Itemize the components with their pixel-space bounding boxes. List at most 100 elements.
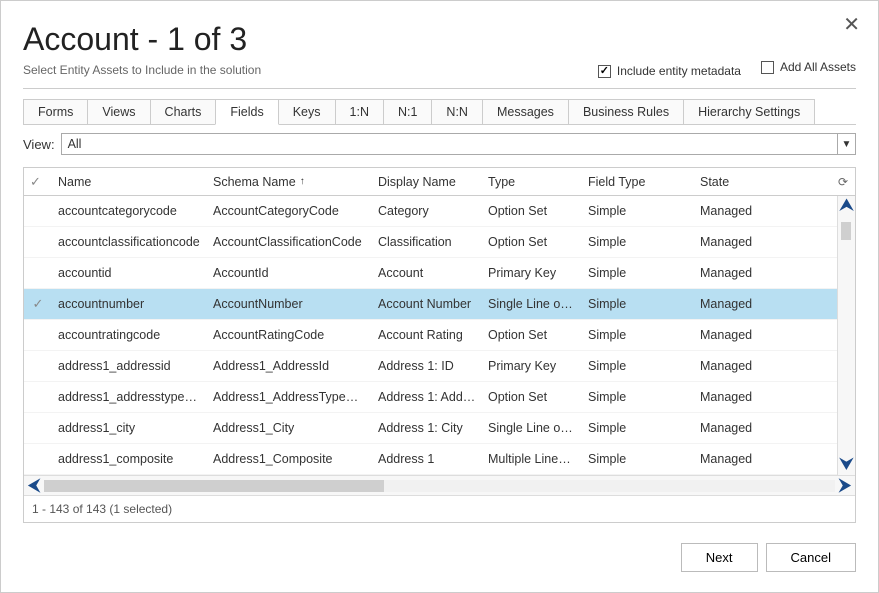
cell-state: Managed: [694, 359, 794, 373]
cell-state: Managed: [694, 421, 794, 435]
tab-keys[interactable]: Keys: [278, 99, 336, 124]
cell-type: Option Set: [482, 204, 582, 218]
cell-display: Classification: [372, 235, 482, 249]
cell-name: accountcategorycode: [52, 204, 207, 218]
table-row[interactable]: address1_cityAddress1_CityAddress 1: Cit…: [24, 413, 837, 444]
cell-display: Category: [372, 204, 482, 218]
table-row[interactable]: accountratingcodeAccountRatingCodeAccoun…: [24, 320, 837, 351]
add-all-assets-checkbox[interactable]: Add All Assets: [761, 60, 856, 74]
add-all-assets-label: Add All Assets: [780, 60, 856, 74]
cell-state: Managed: [694, 235, 794, 249]
cell-field-type: Simple: [582, 297, 694, 311]
tab-hierarchy-settings[interactable]: Hierarchy Settings: [683, 99, 815, 124]
table-row[interactable]: accountidAccountIdAccountPrimary KeySimp…: [24, 258, 837, 289]
page-title: Account - 1 of 3: [23, 21, 856, 58]
cell-field-type: Simple: [582, 204, 694, 218]
tab-1-n[interactable]: 1:N: [335, 99, 384, 124]
col-name[interactable]: Name: [52, 175, 207, 189]
table-row[interactable]: ✓accountnumberAccountNumberAccount Numbe…: [24, 289, 837, 320]
tab-n-1[interactable]: N:1: [383, 99, 432, 124]
table-row[interactable]: accountcategorycodeAccountCategoryCodeCa…: [24, 196, 837, 227]
cell-field-type: Simple: [582, 235, 694, 249]
cell-field-type: Simple: [582, 266, 694, 280]
scroll-up-icon[interactable]: ⮝: [840, 198, 854, 214]
tab-business-rules[interactable]: Business Rules: [568, 99, 684, 124]
view-value: All: [68, 137, 82, 151]
cell-type: Single Line of Text: [482, 421, 582, 435]
checkbox-icon: [598, 65, 611, 78]
page-subtitle: Select Entity Assets to Include in the s…: [23, 63, 578, 77]
scroll-right-icon[interactable]: ⮞: [835, 478, 855, 494]
cell-type: Primary Key: [482, 266, 582, 280]
tab-messages[interactable]: Messages: [482, 99, 569, 124]
cell-type: Option Set: [482, 235, 582, 249]
col-state[interactable]: State: [694, 175, 794, 189]
cell-type: Multiple Lines of...: [482, 452, 582, 466]
cell-field-type: Simple: [582, 390, 694, 404]
cell-name: address1_addresstypecode: [52, 390, 207, 404]
cell-schema: Address1_AddressId: [207, 359, 372, 373]
view-label: View:: [23, 137, 55, 152]
select-all-checkbox[interactable]: ✓: [24, 174, 52, 190]
cell-display: Address 1: Addr...: [372, 390, 482, 404]
cell-name: accountnumber: [52, 297, 207, 311]
vertical-scrollbar[interactable]: ⮝ ⮟: [837, 196, 855, 475]
tab-n-n[interactable]: N:N: [431, 99, 483, 124]
cell-name: address1_city: [52, 421, 207, 435]
checkbox-icon: [761, 61, 774, 74]
tab-charts[interactable]: Charts: [150, 99, 217, 124]
cell-type: Option Set: [482, 328, 582, 342]
cell-type: Single Line of Text: [482, 297, 582, 311]
table-row[interactable]: address1_addresstypecodeAddress1_Address…: [24, 382, 837, 413]
scroll-down-icon[interactable]: ⮟: [840, 457, 854, 473]
include-metadata-checkbox[interactable]: Include entity metadata: [598, 64, 741, 78]
col-type[interactable]: Type: [482, 175, 582, 189]
sort-asc-icon: ↑: [300, 176, 305, 187]
cell-schema: AccountNumber: [207, 297, 372, 311]
cell-display: Address 1: [372, 452, 482, 466]
chevron-down-icon: ▼: [837, 134, 855, 154]
cell-state: Managed: [694, 390, 794, 404]
row-check-icon[interactable]: ✓: [24, 296, 52, 312]
grid-header: ✓ Name Schema Name↑ Display Name Type Fi…: [24, 168, 855, 196]
tab-views[interactable]: Views: [87, 99, 150, 124]
cell-name: accountclassificationcode: [52, 235, 207, 249]
next-button[interactable]: Next: [681, 543, 758, 572]
cancel-button[interactable]: Cancel: [766, 543, 856, 572]
horizontal-scrollbar[interactable]: ⮜ ⮞: [24, 475, 855, 495]
tab-forms[interactable]: Forms: [23, 99, 88, 124]
cell-name: address1_addressid: [52, 359, 207, 373]
fields-grid: ✓ Name Schema Name↑ Display Name Type Fi…: [23, 167, 856, 523]
cell-state: Managed: [694, 297, 794, 311]
cell-type: Option Set: [482, 390, 582, 404]
cell-display: Account Number: [372, 297, 482, 311]
cell-schema: Address1_AddressTypeCode: [207, 390, 372, 404]
refresh-icon[interactable]: ⟳: [835, 174, 851, 190]
cell-state: Managed: [694, 452, 794, 466]
tab-bar: FormsViewsChartsFieldsKeys1:NN:1N:NMessa…: [23, 99, 856, 125]
cell-name: address1_composite: [52, 452, 207, 466]
cell-state: Managed: [694, 328, 794, 342]
cell-name: accountid: [52, 266, 207, 280]
divider: [23, 88, 856, 89]
table-row[interactable]: address1_compositeAddress1_CompositeAddr…: [24, 444, 837, 475]
cell-display: Account: [372, 266, 482, 280]
cell-field-type: Simple: [582, 359, 694, 373]
cell-field-type: Simple: [582, 421, 694, 435]
col-field-type[interactable]: Field Type: [582, 175, 694, 189]
cell-schema: AccountClassificationCode: [207, 235, 372, 249]
close-icon[interactable]: ✕: [843, 15, 860, 35]
cell-type: Primary Key: [482, 359, 582, 373]
col-schema-name[interactable]: Schema Name↑: [207, 175, 372, 189]
scroll-thumb[interactable]: [841, 222, 851, 240]
table-row[interactable]: address1_addressidAddress1_AddressIdAddr…: [24, 351, 837, 382]
cell-display: Address 1: ID: [372, 359, 482, 373]
scroll-thumb[interactable]: [44, 480, 384, 492]
col-display-name[interactable]: Display Name: [372, 175, 482, 189]
table-row[interactable]: accountclassificationcodeAccountClassifi…: [24, 227, 837, 258]
scroll-left-icon[interactable]: ⮜: [24, 478, 44, 494]
tab-fields[interactable]: Fields: [215, 99, 278, 125]
cell-display: Account Rating: [372, 328, 482, 342]
cell-schema: Address1_City: [207, 421, 372, 435]
view-select[interactable]: All ▼: [61, 133, 856, 155]
